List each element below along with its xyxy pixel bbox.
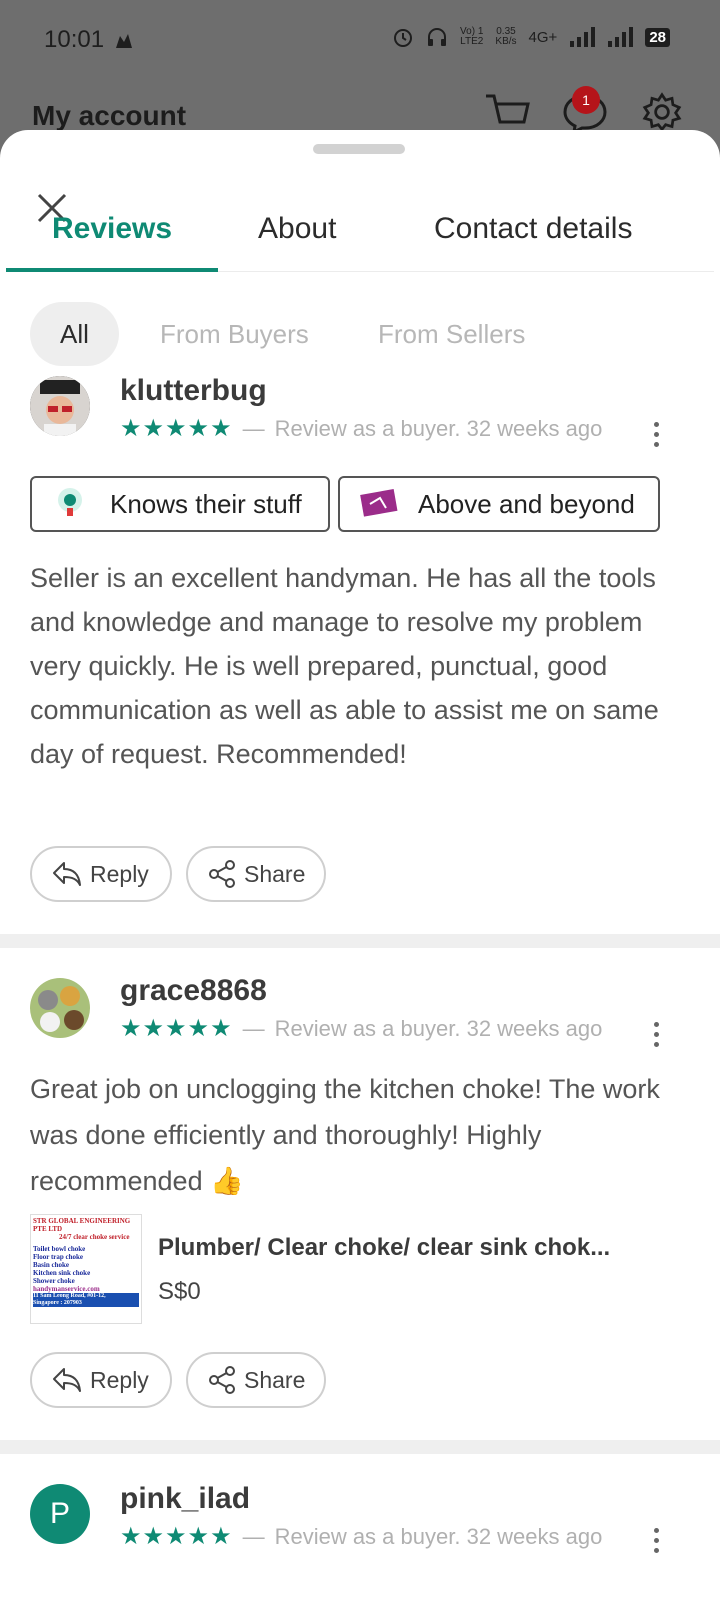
listing-thumbnail[interactable]: STR GLOBAL ENGINEERING PTE LTD 24/7 clea… (30, 1214, 142, 1324)
listing-title[interactable]: Plumber/ Clear choke/ clear sink chok... (158, 1234, 610, 1262)
review-time: 32 weeks ago (466, 1523, 603, 1549)
page-title: My account (32, 100, 187, 131)
status-time: 10:01 (44, 26, 105, 53)
notification-app-icon (116, 34, 132, 48)
reply-button[interactable]: Reply (30, 846, 172, 902)
more-options-icon[interactable] (652, 1528, 660, 1556)
review-time: 32 weeks ago (466, 1015, 603, 1041)
status-icons: Vo) 1 LTE2 0.35 KB/s 4G+ 28 (392, 26, 670, 48)
avatar[interactable] (30, 978, 90, 1038)
share-icon (209, 860, 235, 888)
lightbulb-icon (58, 488, 82, 516)
signal-icon (570, 27, 596, 47)
reviews-sheet: Reviews About Contact details All From B… (0, 130, 720, 1608)
tab-reviews[interactable]: Reviews (52, 212, 172, 246)
filter-all[interactable]: All (30, 302, 119, 366)
settings-icon[interactable] (640, 92, 684, 132)
meta-dash: — (242, 415, 265, 441)
active-tab-indicator (6, 268, 218, 272)
badge-label: Knows their stuff (110, 488, 302, 519)
alarm-icon (394, 29, 413, 47)
review-username[interactable]: klutterbug (120, 374, 267, 408)
drag-handle[interactable] (313, 144, 405, 154)
reply-label: Reply (90, 1366, 149, 1393)
badge-above-and-beyond: Above and beyond (338, 476, 660, 532)
tab-bar: Reviews About Contact details (0, 202, 720, 272)
tab-about[interactable]: About (258, 212, 336, 246)
review-type: Review as a buyer. (274, 1015, 461, 1041)
battery-level: 28 (645, 27, 670, 47)
review-username[interactable]: pink_ilad (120, 1482, 250, 1516)
share-button[interactable]: Share (186, 1352, 326, 1408)
review-type: Review as a buyer. (274, 415, 461, 441)
headphones-icon (428, 28, 447, 46)
share-icon (209, 1366, 235, 1394)
avatar[interactable] (30, 376, 90, 436)
filter-from-sellers[interactable]: From Sellers (378, 302, 525, 366)
review-meta: ★★★★★ — Review as a buyer. 32 weeks ago (120, 1014, 602, 1043)
rating-stars: ★★★★★ (120, 415, 233, 442)
reply-label: Reply (90, 860, 149, 887)
signal-icon-2 (608, 27, 634, 47)
share-label: Share (244, 860, 306, 887)
share-label: Share (244, 1366, 306, 1393)
avatar[interactable]: P (30, 1484, 90, 1544)
listing-price: S$0 (158, 1278, 201, 1305)
share-button[interactable]: Share (186, 846, 326, 902)
volte-indicator: Vo) 1 LTE2 (460, 26, 484, 47)
cart-icon[interactable] (484, 92, 530, 132)
badge-knows-their-stuff: Knows their stuff (30, 476, 330, 532)
more-options-icon[interactable] (652, 422, 660, 450)
section-separator (0, 1440, 720, 1454)
filter-from-buyers[interactable]: From Buyers (160, 302, 309, 366)
meta-dash: — (242, 1523, 265, 1549)
reply-icon (53, 1368, 81, 1392)
review-type: Review as a buyer. (274, 1523, 461, 1549)
review-username[interactable]: grace8868 (120, 974, 267, 1008)
rating-stars: ★★★★★ (120, 1015, 233, 1042)
network-speed: 0.35 KB/s (495, 26, 517, 47)
review-time: 32 weeks ago (466, 415, 603, 441)
rating-stars: ★★★★★ (120, 1523, 233, 1550)
badge-label: Above and beyond (418, 488, 635, 519)
review-text: Great job on unclogging the kitchen chok… (30, 1074, 660, 1196)
meta-dash: — (242, 1015, 265, 1041)
more-options-icon[interactable] (652, 1022, 660, 1050)
review-meta: ★★★★★ — Review as a buyer. 32 weeks ago (120, 1522, 602, 1551)
notification-badge: 1 (572, 86, 600, 114)
review-meta: ★★★★★ — Review as a buyer. 32 weeks ago (120, 414, 602, 443)
reply-button[interactable]: Reply (30, 1352, 172, 1408)
status-bar: 10:01 Vo) 1 LTE2 0.35 KB/s 4G+ 28 (0, 0, 720, 84)
network-type: 4G+ (528, 28, 558, 46)
tab-contact-details[interactable]: Contact details (434, 212, 632, 246)
section-separator (0, 934, 720, 948)
ticket-icon (360, 489, 398, 517)
review-text: Seller is an excellent handyman. He has … (30, 563, 659, 769)
reply-icon (53, 862, 81, 886)
